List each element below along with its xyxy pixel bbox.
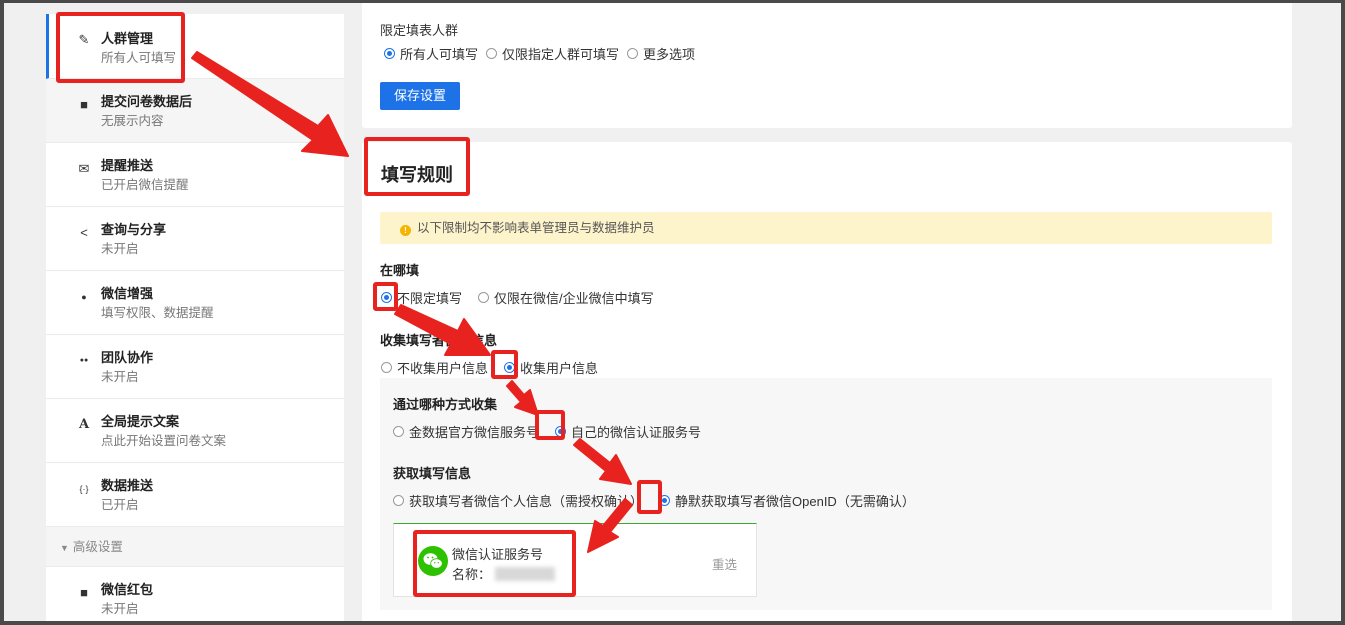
share-icon: < — [80, 225, 88, 240]
option-label: 自己的微信认证服务号 — [571, 425, 702, 440]
option-label: 仅限在微信/企业微信中填写 — [494, 291, 654, 306]
radio-checked[interactable] — [659, 495, 671, 506]
collect-option-collect[interactable]: 收集用户信息 — [504, 358, 598, 377]
fill-rules-title: 填写规则 — [381, 165, 453, 185]
sidebar-item-subtitle: 未开启 — [101, 370, 139, 384]
radio-unchecked[interactable] — [478, 292, 490, 303]
option-label: 金数据官方微信服务号 — [409, 425, 540, 440]
team-icon: ●● — [79, 357, 89, 364]
blurred-account-name — [495, 567, 556, 581]
sidebar-item-global-tips[interactable]: A 全局提示文案 点此开始设置问卷文案 — [46, 399, 344, 463]
warning-icon: ! — [400, 225, 411, 236]
radio-unchecked[interactable] — [393, 495, 404, 506]
sidebar-item-title: 数据推送 — [101, 478, 154, 493]
sidebar-item-team[interactable]: ●● 团队协作 未开启 — [46, 335, 344, 399]
sidebar-item-title: 微信增强 — [101, 286, 154, 301]
caret-down-icon: ▼ — [60, 543, 69, 553]
collect-label: 收集填写者微信信息 — [380, 333, 498, 348]
save-settings-button[interactable]: 保存设置 — [380, 82, 460, 110]
collect-option-none[interactable]: 不收集用户信息 — [381, 358, 488, 377]
option-label: 所有人可填写 — [400, 47, 479, 62]
sidebar-item-subtitle: 未开启 — [101, 602, 139, 616]
option-label: 更多选项 — [643, 47, 696, 62]
font-icon: A — [78, 417, 90, 432]
sidebar-item-subtitle: 所有人可填写 — [101, 51, 177, 65]
option-label: 不限定填写 — [397, 291, 463, 306]
redpacket-icon: ■ — [80, 585, 88, 600]
sidebar-item-title: 提交问卷数据后 — [101, 94, 193, 109]
sidebar-item-crowd-management[interactable]: ✎ 人群管理 所有人可填写 — [46, 14, 344, 79]
flag-icon: ■ — [80, 97, 88, 112]
radio-checked[interactable] — [381, 292, 392, 303]
sidebar-item-title: 微信红包 — [101, 582, 154, 597]
sidebar-item-after-submit[interactable]: ■ 提交问卷数据后 无展示内容 — [46, 79, 344, 143]
fetch-option-profile[interactable]: 获取填写者微信个人信息（需授权确认） — [393, 491, 643, 510]
sidebar-section-advanced[interactable]: ▼ 高级设置 — [46, 527, 344, 567]
sidebar-item-subtitle: 已开启微信提醒 — [101, 178, 189, 192]
sidebar-item-data-push[interactable]: {·} 数据推送 已开启 — [46, 463, 344, 527]
crowd-settings-card: 限定填表人群 所有人可填写 仅限指定人群可填写 更多选项 保存设置 — [362, 0, 1292, 128]
fetch-option-openid[interactable]: 静默获取填写者微信OpenID（无需确认） — [659, 491, 915, 510]
sidebar-item-subtitle: 填写权限、数据提醒 — [101, 306, 214, 320]
crowd-option-more[interactable]: 更多选项 — [627, 44, 695, 63]
method-option-own[interactable]: 自己的微信认证服务号 — [555, 422, 701, 441]
method-radio-group: 金数据官方微信服务号 自己的微信认证服务号 — [393, 422, 709, 441]
sidebar-item-subtitle: 无展示内容 — [101, 114, 164, 128]
sidebar-item-wechat-enhance[interactable]: ● 微信增强 填写权限、数据提醒 — [46, 271, 344, 335]
collect-detail-panel: 通过哪种方式收集 金数据官方微信服务号 自己的微信认证服务号 获取填写信息 获取… — [380, 378, 1272, 610]
radio-unchecked[interactable] — [381, 362, 392, 373]
fetch-label: 获取填写信息 — [393, 466, 472, 481]
where-label: 在哪填 — [380, 263, 420, 278]
fetch-radio-group: 获取填写者微信个人信息（需授权确认） 静默获取填写者微信OpenID（无需确认） — [393, 491, 923, 510]
crowd-radio-group: 所有人可填写 仅限指定人群可填写 更多选项 — [384, 44, 703, 63]
reselect-link[interactable]: 重选 — [712, 554, 737, 573]
sidebar-item-title: 提醒推送 — [101, 158, 154, 173]
fill-rules-card: 填写规则 ! 以下限制均不影响表单管理员与数据维护员 在哪填 不限定填写 仅限在微… — [362, 142, 1292, 625]
where-option-unlimited[interactable]: 不限定填写 — [381, 288, 462, 307]
option-label: 收集用户信息 — [520, 361, 599, 376]
option-label: 静默获取填写者微信OpenID（无需确认） — [675, 494, 915, 509]
option-label: 不收集用户信息 — [397, 361, 489, 376]
collect-radio-group: 不收集用户信息 收集用户信息 — [381, 358, 606, 377]
crowd-label: 限定填表人群 — [380, 23, 459, 38]
where-radio-group: 不限定填写 仅限在微信/企业微信中填写 — [381, 288, 662, 307]
sidebar-item-title: 团队协作 — [101, 350, 154, 365]
wechat-account-name: 名称： — [452, 564, 556, 583]
wechat-account-card: 微信认证服务号 名称： 重选 — [393, 523, 757, 597]
settings-sidebar: ✎ 人群管理 所有人可填写 ■ 提交问卷数据后 无展示内容 ✉ 提醒推送 已开启… — [46, 14, 344, 625]
sidebar-item-subtitle: 点此开始设置问卷文案 — [101, 434, 227, 448]
radio-checked[interactable] — [555, 426, 567, 437]
crowd-option-specified[interactable]: 仅限指定人群可填写 — [486, 44, 619, 63]
sidebar-item-title: 人群管理 — [101, 31, 154, 46]
radio-checked[interactable] — [504, 362, 516, 373]
option-label: 获取填写者微信个人信息（需授权确认） — [409, 494, 644, 509]
radio-unchecked[interactable] — [627, 48, 639, 59]
name-label: 名称： — [452, 567, 492, 582]
sidebar-item-query-share[interactable]: < 查询与分享 未开启 — [46, 207, 344, 271]
sidebar-item-title: 全局提示文案 — [101, 414, 180, 429]
wechat-logo-icon — [418, 546, 448, 576]
wechat-account-title: 微信认证服务号 — [452, 547, 544, 562]
sidebar-section-label: 高级设置 — [72, 540, 123, 554]
notice-banner: ! 以下限制均不影响表单管理员与数据维护员 — [380, 212, 1272, 244]
wechat-icon: ● — [81, 292, 87, 302]
radio-checked[interactable] — [384, 48, 395, 59]
sidebar-item-subtitle: 未开启 — [101, 242, 139, 256]
mail-icon: ✉ — [78, 161, 90, 176]
sidebar-item-subtitle: 已开启 — [101, 498, 139, 512]
crowd-option-all[interactable]: 所有人可填写 — [384, 44, 478, 63]
method-label: 通过哪种方式收集 — [393, 397, 498, 412]
notice-text: 以下限制均不影响表单管理员与数据维护员 — [417, 221, 655, 235]
where-option-wechat-only[interactable]: 仅限在微信/企业微信中填写 — [478, 288, 654, 307]
code-icon: {·} — [79, 484, 89, 494]
sidebar-item-reminder-push[interactable]: ✉ 提醒推送 已开启微信提醒 — [46, 143, 344, 207]
option-label: 仅限指定人群可填写 — [502, 47, 620, 62]
sidebar-item-red-packet[interactable]: ■ 微信红包 未开启 — [46, 567, 344, 625]
pencil-icon: ✎ — [78, 32, 90, 47]
radio-unchecked[interactable] — [393, 426, 404, 437]
method-option-official[interactable]: 金数据官方微信服务号 — [393, 422, 539, 441]
sidebar-item-title: 查询与分享 — [101, 222, 167, 237]
radio-unchecked[interactable] — [486, 48, 498, 59]
